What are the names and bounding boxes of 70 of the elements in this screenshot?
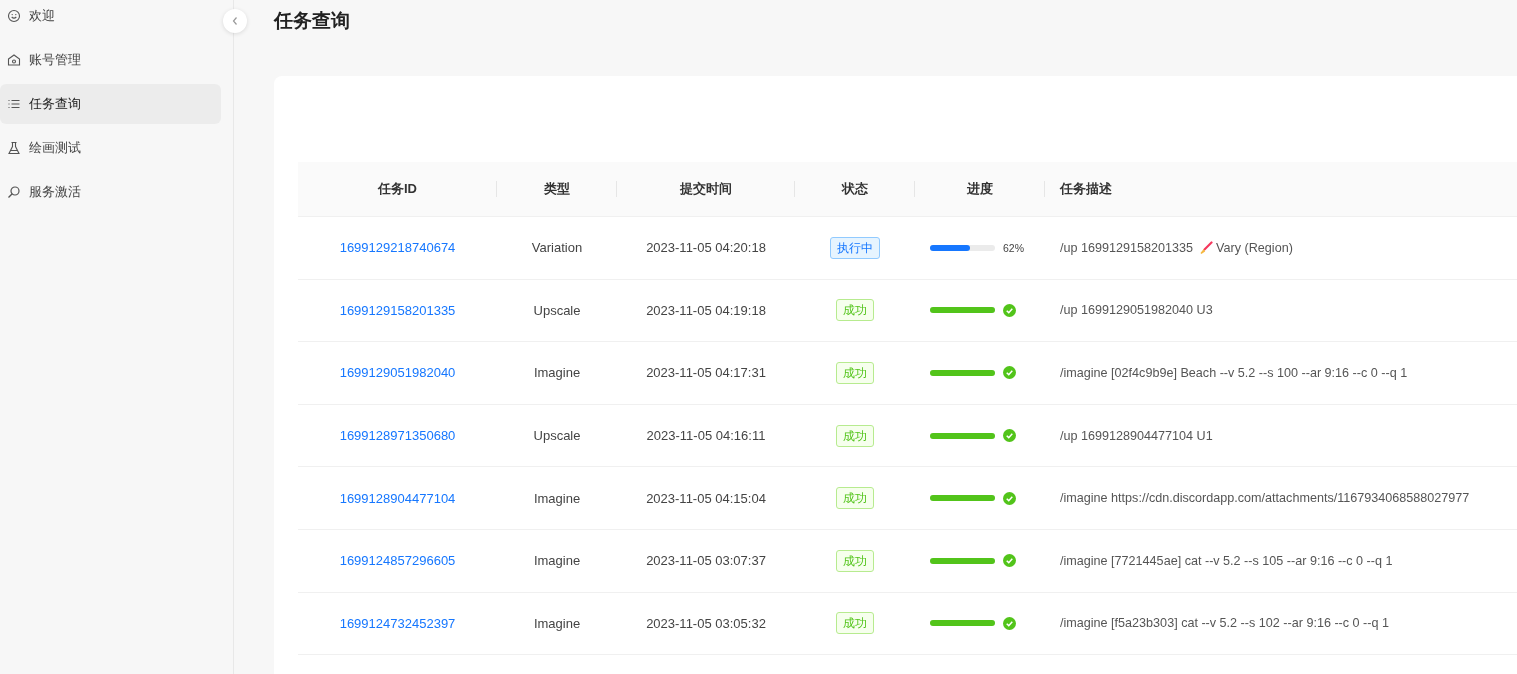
brush-icon bbox=[1199, 240, 1214, 255]
status-tag: 成功 bbox=[836, 487, 874, 510]
chevron-icon bbox=[231, 16, 239, 26]
table-cell: Imagine bbox=[533, 365, 581, 381]
check-icon bbox=[1003, 616, 1016, 630]
progress-bar bbox=[930, 370, 995, 376]
sidebar-item[interactable]: 任务查询 bbox=[0, 84, 221, 124]
check-icon bbox=[1003, 491, 1016, 505]
table-cell: 2023-11-05 04:17:31 bbox=[646, 365, 766, 381]
progress-bar bbox=[930, 620, 995, 627]
progress-bar bbox=[930, 495, 995, 502]
task-description: /up 1699129158201335 bbox=[1060, 240, 1194, 255]
column-header: 类型 bbox=[497, 162, 617, 217]
column-header: 状态 bbox=[795, 162, 915, 217]
check-icon bbox=[1003, 366, 1016, 380]
status-tag: 成功 bbox=[836, 362, 874, 384]
status-tag: 成功 bbox=[836, 424, 874, 447]
task-id-link[interactable]: 1699124857296605 bbox=[339, 553, 456, 569]
table-cell: 2023-11-05 04:20:18 bbox=[646, 240, 766, 256]
progress-reading: 62% bbox=[1003, 241, 1024, 254]
task-description: /imagine [02f4c9b9e] Beach --v 5.2 --s 100 --ar 9:16 --c 0 --q 1 bbox=[1060, 366, 1408, 380]
column-header: 任务描述 bbox=[1045, 162, 1517, 217]
task-description: /imagine https://cdn.discordapp.com/attachments/1167934068588027977 bbox=[1060, 491, 1470, 506]
check-icon bbox=[1003, 303, 1016, 317]
table-cell: 2023-11-05 04:19:18 bbox=[646, 302, 766, 318]
task-id-link[interactable]: 1699128971350680 bbox=[339, 428, 456, 444]
sidebar-item[interactable]: 绘画测试 bbox=[0, 128, 221, 168]
table-cell: 2023-11-05 04:15:04 bbox=[646, 490, 766, 506]
check-icon bbox=[1003, 429, 1016, 443]
task-description: /imagine [7721445ae] cat --v 5.2 --s 105 --ar 9:16 --c 0 --q 1 bbox=[1060, 553, 1393, 568]
smile-icon bbox=[7, 9, 21, 23]
page-title: 任务查询 bbox=[274, 9, 351, 33]
collapse-button[interactable] bbox=[223, 9, 247, 33]
table-cell: 2023-11-05 04:16:11 bbox=[646, 428, 766, 444]
task-description: Vary (Region) bbox=[1216, 240, 1293, 255]
sidebar-item[interactable]: 服务激活 bbox=[0, 172, 221, 212]
table-cell: 2023-11-05 03:05:32 bbox=[646, 615, 766, 631]
table-cell: Imagine bbox=[533, 553, 581, 569]
task-description: /up 1699128904477104 U1 bbox=[1060, 428, 1213, 443]
home-icon bbox=[7, 53, 21, 67]
search-icon bbox=[7, 185, 21, 199]
status-tag: 成功 bbox=[836, 612, 874, 635]
table-cell: Upscale bbox=[533, 302, 581, 318]
table-cell: Variation bbox=[531, 240, 583, 256]
sidebar-item[interactable]: 账号管理 bbox=[0, 40, 221, 80]
progress-bar bbox=[930, 307, 995, 314]
status-tag: 成功 bbox=[836, 549, 874, 572]
table-cell: Upscale bbox=[533, 428, 581, 444]
column-header: 进度 bbox=[915, 162, 1045, 217]
task-id-link[interactable]: 1699129218740674 bbox=[339, 240, 456, 256]
column-header: 提交时间 bbox=[617, 162, 795, 217]
task-id-link[interactable]: 1699129051982040 bbox=[339, 365, 456, 381]
status-tag: 执行中 bbox=[830, 236, 880, 259]
progress-bar bbox=[930, 557, 995, 564]
table-cell: Imagine bbox=[533, 490, 581, 506]
task-id-link[interactable]: 1699129158201335 bbox=[339, 302, 456, 318]
task-id-link[interactable]: 1699128904477104 bbox=[339, 490, 456, 506]
column-header: 任务ID bbox=[298, 162, 497, 217]
task-description: /imagine [f5a23b303] cat --v 5.2 --s 102 --ar 9:16 --c 0 --q 1 bbox=[1060, 616, 1389, 631]
check-icon bbox=[1003, 554, 1016, 568]
sidebar-item[interactable]: 欢迎 bbox=[0, 0, 221, 36]
flask-icon bbox=[7, 141, 21, 155]
progress-bar bbox=[930, 244, 995, 251]
list-icon bbox=[7, 97, 21, 111]
progress-bar bbox=[930, 432, 995, 439]
table-cell: Imagine bbox=[533, 615, 581, 631]
task-id-link[interactable]: 1699124732452397 bbox=[339, 615, 456, 631]
table-cell: 2023-11-05 03:07:37 bbox=[646, 553, 766, 569]
status-tag: 成功 bbox=[836, 299, 874, 322]
task-description: /up 1699129051982040 U3 bbox=[1060, 303, 1213, 318]
